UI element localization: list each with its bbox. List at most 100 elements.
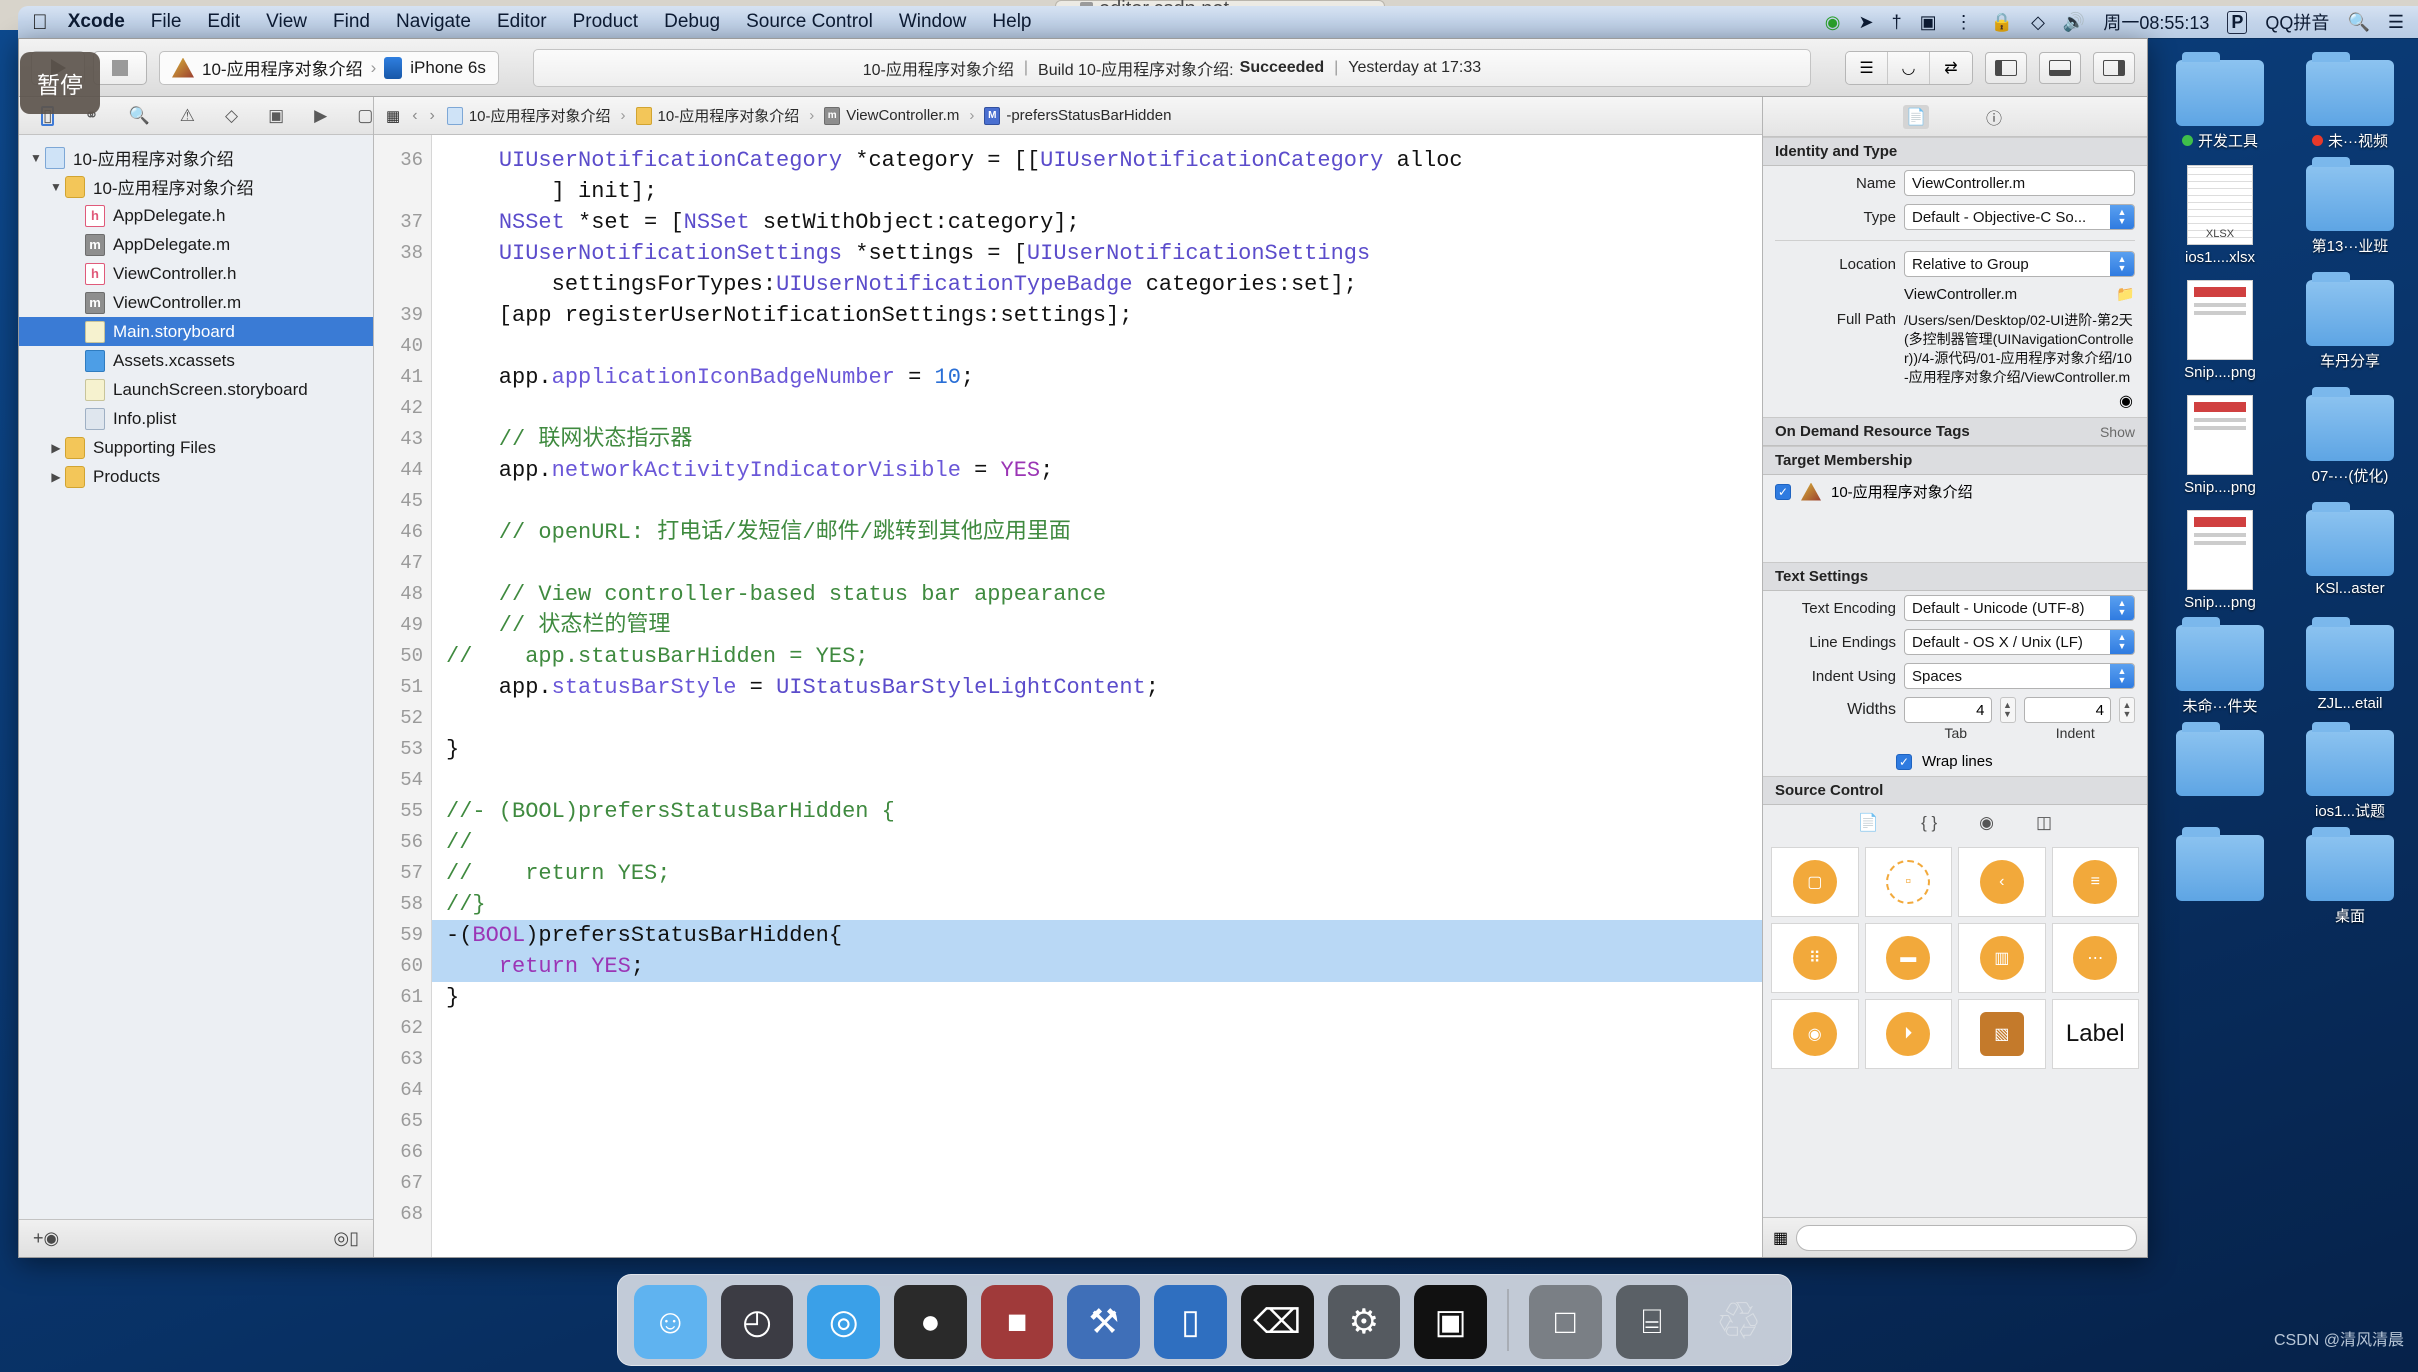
code-line[interactable] <box>446 331 1762 362</box>
breadcrumb[interactable]: 10-应用程序对象介绍 › 10-应用程序对象介绍 › m ViewController.… <box>446 105 1171 126</box>
desktop-icon[interactable]: 开发工具 <box>2160 52 2280 151</box>
dock-item-launchpad-icon[interactable]: ◴ <box>720 1285 794 1359</box>
dock-item-quicktime-icon[interactable]: ■ <box>980 1285 1054 1359</box>
desktop-icon[interactable]: ZJL...etail <box>2290 617 2410 716</box>
stop-button[interactable] <box>93 50 147 85</box>
tab-file-inspector[interactable]: 📄 <box>1903 104 1929 129</box>
code-snippet-library-icon[interactable]: { } <box>1921 813 1937 833</box>
menu-item-edit[interactable]: Edit <box>207 11 240 33</box>
desktop-icon[interactable]: Snip....png <box>2160 395 2280 496</box>
desktop-icon[interactable]: 未···视频 <box>2290 52 2410 151</box>
desktop-icon[interactable]: 桌面 <box>2290 827 2410 926</box>
code-line[interactable]: NSSet *set = [NSSet setWithObject:catego… <box>446 207 1762 238</box>
status-location-icon[interactable]: ➤ <box>1859 12 1874 33</box>
notification-center-icon[interactable]: ☰ <box>2388 12 2404 33</box>
input-method-label[interactable]: QQ拼音 <box>2265 9 2329 35</box>
location-popup[interactable]: Relative to Group ▲ ▼ <box>1904 251 2135 277</box>
code-line[interactable] <box>446 1075 1762 1106</box>
wrap-lines-row[interactable]: ✓ Wrap lines <box>1763 747 2147 776</box>
tree-row-viewcontroller.h[interactable]: h ViewController.h <box>19 259 373 288</box>
tree-row-supportingfiles[interactable]: ▶ Supporting Files <box>19 433 373 462</box>
code-line[interactable]: // return YES; <box>446 858 1762 889</box>
code-line[interactable]: return YES; <box>432 951 1762 982</box>
tree-row-info.plist[interactable]: Info.plist <box>19 404 373 433</box>
dock-item-trash-icon[interactable]: ♲ <box>1702 1285 1775 1359</box>
tree-row-launchscreen.storyboard[interactable]: LaunchScreen.storyboard <box>19 375 373 404</box>
code-line[interactable] <box>446 548 1762 579</box>
desktop-icon[interactable]: Snip....png <box>2160 280 2280 381</box>
forward-button[interactable]: › <box>430 107 435 125</box>
apple-logo-icon[interactable]:  <box>32 12 48 33</box>
spotlight-search-icon[interactable]: 🔍 <box>2347 12 2369 33</box>
line-endings-popup[interactable]: Default - OS X / Unix (LF) ▲ ▼ <box>1904 629 2135 655</box>
object-library-icon[interactable]: ◫ <box>2036 813 2052 833</box>
library-cell-split-view-controller-icon[interactable]: ▥ <box>1958 923 2046 993</box>
dock-item-terminal-icon[interactable]: ⌫ <box>1240 1285 1314 1359</box>
editor-mode-segmented[interactable]: ☰ ◡ ⇄ <box>1845 50 1973 85</box>
code-line[interactable]: //} <box>446 889 1762 920</box>
tab-breakpoint-navigator[interactable]: ▶ <box>314 106 327 126</box>
choose-folder-icon[interactable]: 📁 <box>2116 285 2135 303</box>
code-line[interactable] <box>446 486 1762 517</box>
library-cell-tab-bar-controller-icon[interactable]: ▬ <box>1864 923 1952 993</box>
menu-item-editor[interactable]: Editor <box>497 11 547 33</box>
dock-item-screen-icon[interactable]: □ <box>1528 1285 1602 1359</box>
tree-row-main.storyboard[interactable]: Main.storyboard <box>19 317 373 346</box>
related-items-icon[interactable]: ▦ <box>386 107 400 125</box>
library-cell-avkit-player-icon[interactable]: ⏵ <box>1864 999 1952 1069</box>
tree-row-appdelegate.m[interactable]: m AppDelegate.m <box>19 230 373 259</box>
code-line[interactable] <box>446 1106 1762 1137</box>
library-cell-view-controller-icon[interactable]: ▢ <box>1771 847 1859 917</box>
source-editor[interactable]: 36 37 38 39 40 41 42 43 44 45 46 47 48 49 50 51 52 53 54 55… <box>374 135 1762 1257</box>
desktop-icon[interactable]: ios1...试题 <box>2290 722 2410 821</box>
library-list-view-icon[interactable]: ▦ <box>1773 1228 1788 1248</box>
code-line[interactable] <box>446 703 1762 734</box>
library-cell-collection-view-controller-icon[interactable]: ⠿ <box>1771 923 1859 993</box>
desktop-icon[interactable] <box>2160 827 2280 926</box>
disclosure-triangle[interactable]: ▶ <box>47 470 65 484</box>
tree-row-products[interactable]: ▶ Products <box>19 462 373 491</box>
standard-editor-icon[interactable]: ☰ <box>1846 51 1888 84</box>
assistant-editor-icon[interactable]: ◡ <box>1888 51 1930 84</box>
indent-width-stepper[interactable]: ▲ ▼ <box>2119 697 2135 723</box>
menu-item-debug[interactable]: Debug <box>664 11 720 33</box>
disclosure-triangle[interactable]: ▼ <box>47 180 65 194</box>
tab-test-navigator[interactable]: ◇ <box>225 106 238 126</box>
add-file-button[interactable]: + <box>33 1228 44 1249</box>
type-popup[interactable]: Default - Objective-C So... ▲ ▼ <box>1904 204 2135 230</box>
file-template-library-icon[interactable]: 📄 <box>1858 813 1879 833</box>
target-membership-row[interactable]: ✓ 10-应用程序对象介绍 <box>1763 475 2147 508</box>
library-cell-table-view-controller-icon[interactable]: ≡ <box>2051 847 2139 917</box>
dock-item-executable-icon[interactable]: ▣ <box>1414 1285 1487 1359</box>
code-line[interactable]: UIUserNotificationCategory *category = [… <box>446 145 1762 176</box>
code-line[interactable] <box>446 1013 1762 1044</box>
status-bluetooth-icon[interactable]: † <box>1892 12 1902 33</box>
code-line[interactable] <box>446 1199 1762 1230</box>
code-line[interactable]: UIUserNotificationSettings *settings = [… <box>446 238 1762 269</box>
library-cell-page-view-controller-icon[interactable]: ⋯ <box>2051 923 2139 993</box>
code-line[interactable] <box>446 1168 1762 1199</box>
tab-debug-navigator[interactable]: ▣ <box>268 106 284 126</box>
status-volume-icon[interactable]: 🔊 <box>2063 12 2085 33</box>
code-line[interactable]: } <box>446 734 1762 765</box>
menu-item-xcode[interactable]: Xcode <box>68 11 125 33</box>
menu-item-product[interactable]: Product <box>573 11 638 33</box>
tree-row-10[interactable]: ▼ 10-应用程序对象介绍 <box>19 172 373 201</box>
status-sync-icon[interactable]: ◉ <box>1825 12 1841 33</box>
tree-row-assets.xcassets[interactable]: Assets.xcassets <box>19 346 373 375</box>
menu-item-source-control[interactable]: Source Control <box>746 11 873 33</box>
code-line[interactable]: // <box>446 827 1762 858</box>
menu-item-navigate[interactable]: Navigate <box>396 11 471 33</box>
code-line[interactable]: [app registerUserNotificationSettings:se… <box>446 300 1762 331</box>
desktop-icon[interactable]: 车丹分享 <box>2290 272 2410 381</box>
tab-find-navigator[interactable]: 🔍 <box>129 106 150 126</box>
ondemand-show-link[interactable]: Show <box>2100 424 2135 440</box>
dock-item-shadowsocks-icon[interactable]: ● <box>894 1285 967 1359</box>
indent-width-field[interactable]: 4 <box>2023 697 2111 723</box>
tab-width-field[interactable]: 4 <box>1904 697 1992 723</box>
dock-item-xcode-icon[interactable]: ⚒ <box>1067 1285 1141 1359</box>
code-line[interactable]: //- (BOOL)prefersStatusBarHidden { <box>446 796 1762 827</box>
tab-width-stepper[interactable]: ▲ ▼ <box>1999 697 2016 723</box>
wrap-lines-checkbox[interactable]: ✓ <box>1896 753 1912 770</box>
library-cell-object-icon[interactable]: ▧ <box>1958 999 2046 1069</box>
